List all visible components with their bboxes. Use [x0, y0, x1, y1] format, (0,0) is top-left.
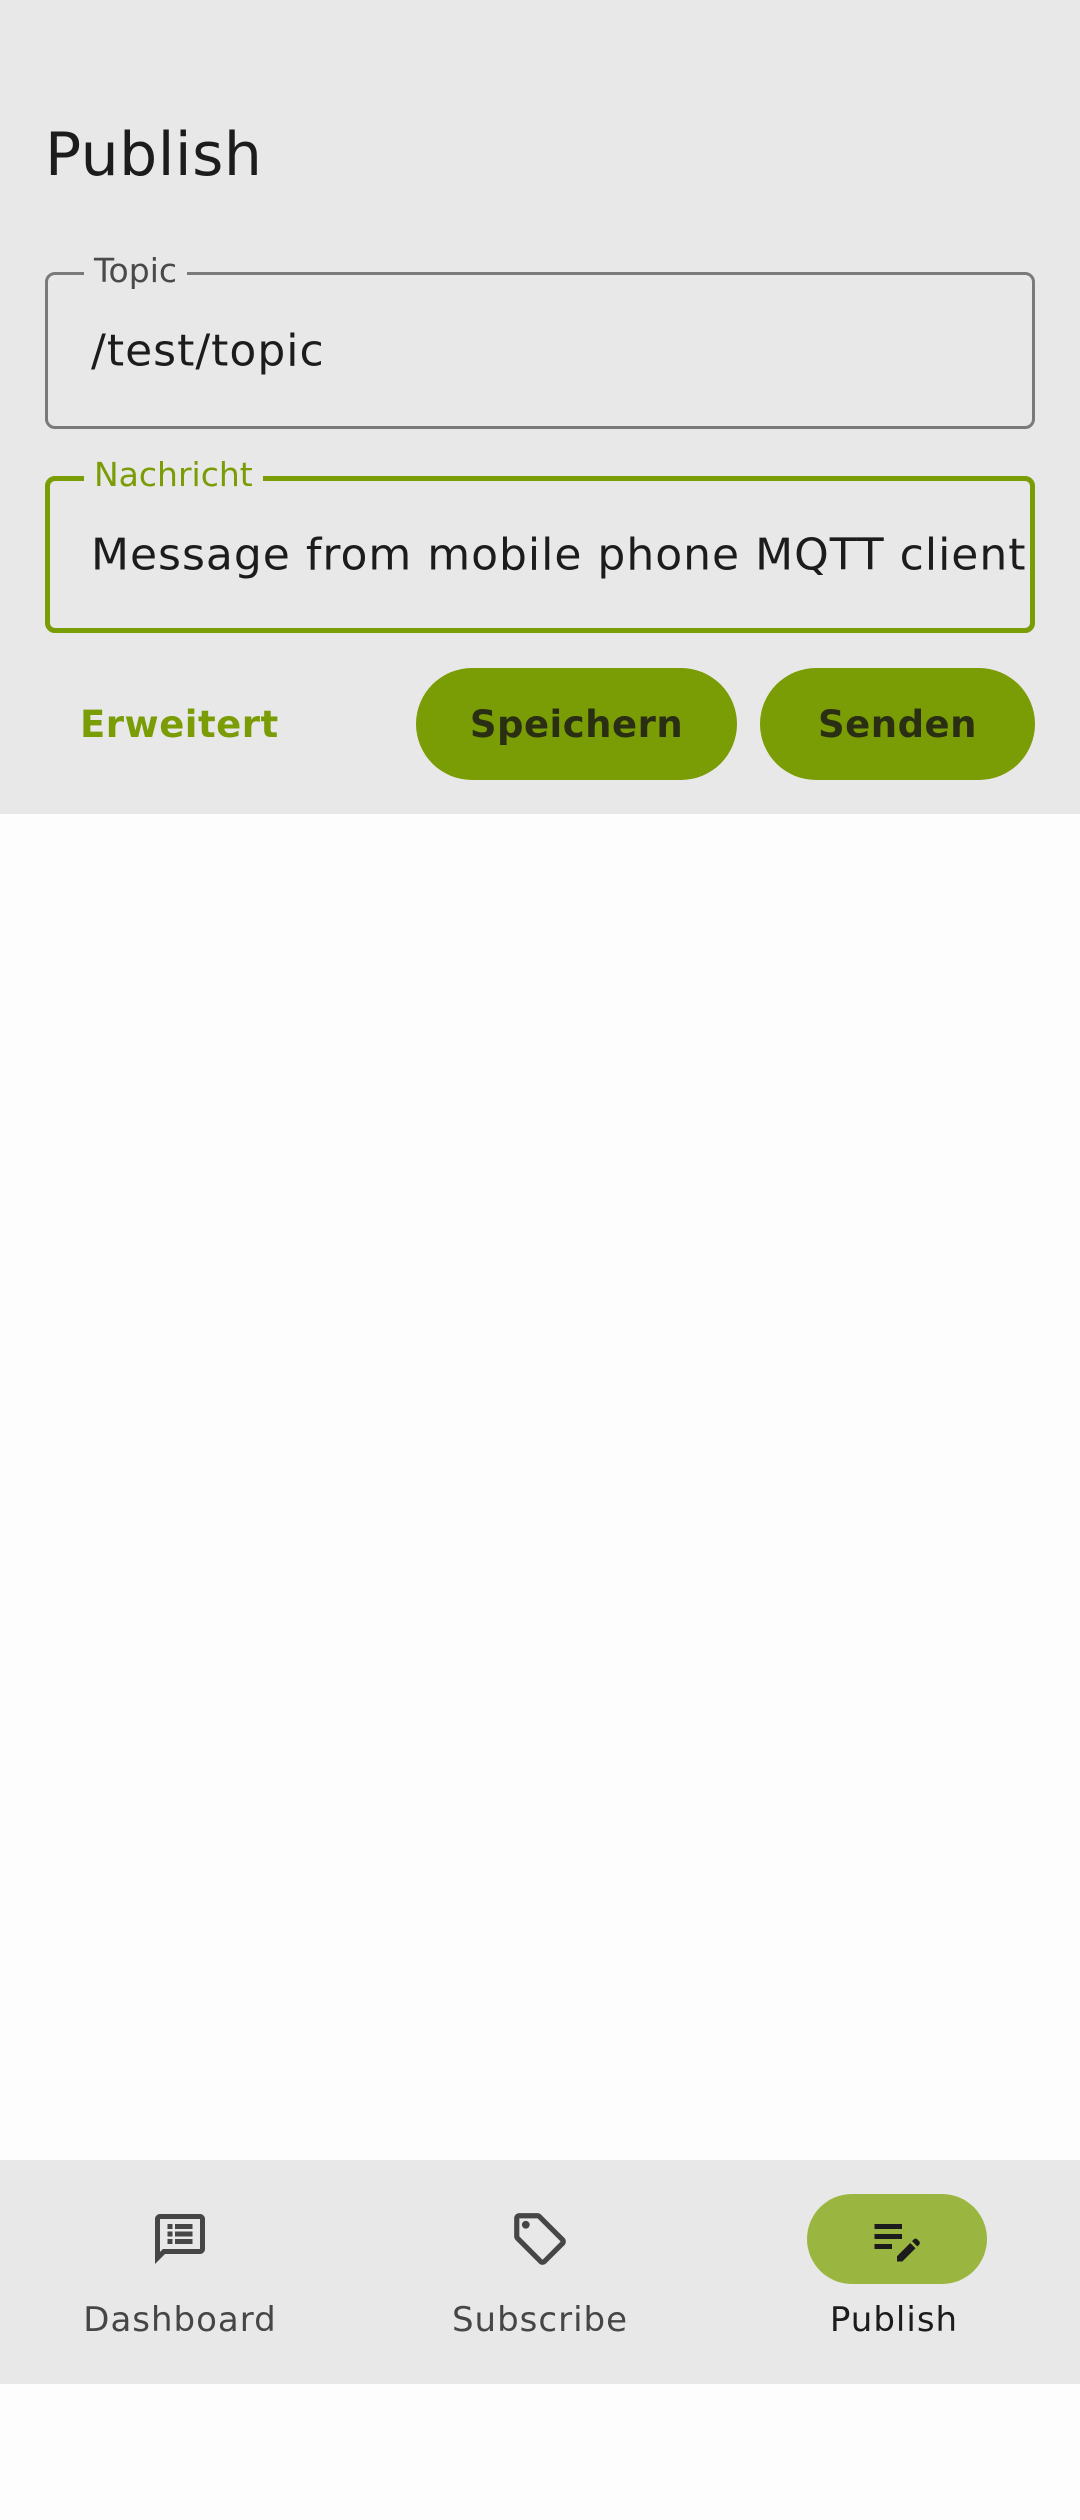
dashboard-list-icon [155, 2214, 205, 2264]
nav-item-subscribe[interactable]: Subscribe [360, 2160, 720, 2384]
nav-icon-container [90, 2194, 270, 2284]
save-button[interactable]: Speichern [416, 668, 737, 780]
topic-field[interactable]: Topic /test/topic [45, 249, 1035, 429]
nav-icon-container-selected [807, 2194, 987, 2284]
message-field-label: Nachricht [84, 453, 263, 497]
nav-label-dashboard: Dashboard [83, 2300, 277, 2340]
nav-item-dashboard[interactable]: Dashboard [0, 2160, 360, 2384]
nav-label-publish: Publish [829, 2300, 959, 2340]
topic-field-value[interactable]: /test/topic [91, 325, 325, 376]
edit-note-icon [874, 2224, 920, 2262]
send-button[interactable]: Senden [760, 668, 1035, 780]
publish-panel: Publish Topic /test/topic Nachricht Mess… [0, 0, 1080, 814]
message-field-value[interactable]: Message from mobile phone MQTT client [91, 529, 1027, 580]
nav-label-subscribe: Subscribe [451, 2300, 629, 2340]
nav-item-publish[interactable]: Publish [720, 2160, 1080, 2384]
topic-field-label: Topic [84, 249, 187, 293]
nav-icon-container [450, 2194, 630, 2284]
message-field[interactable]: Nachricht Message from mobile phone MQTT… [45, 453, 1035, 633]
bottom-navigation: Dashboard Subscribe Publish [0, 2160, 1080, 2384]
tag-icon [514, 2213, 566, 2265]
advanced-button[interactable]: Erweitert [48, 668, 311, 780]
page-title: Publish [45, 120, 263, 190]
